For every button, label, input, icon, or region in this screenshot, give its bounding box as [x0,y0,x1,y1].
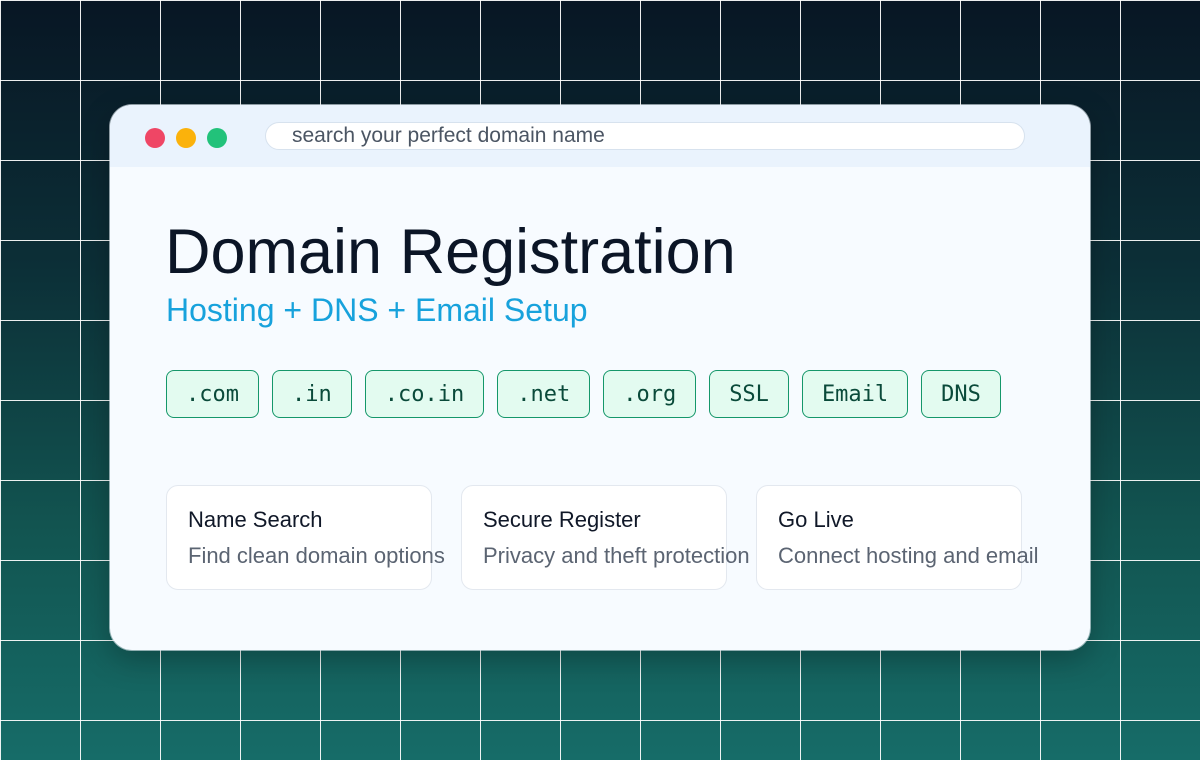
domain-search-input[interactable] [265,122,1025,150]
maximize-window-icon[interactable] [207,128,227,148]
close-window-icon[interactable] [145,128,165,148]
card-description: Connect hosting and email [778,543,1039,568]
feature-card-name-search[interactable]: Name Search Find clean domain options [166,485,445,590]
tag-org[interactable]: .org [603,370,697,418]
card-title: Name Search [188,507,323,532]
card-title: Go Live [778,507,854,532]
minimize-window-icon[interactable] [176,128,196,148]
tag-list: .com .in .co.in .net .org SSL Email DNS [166,370,1001,418]
tag-net[interactable]: .net [497,370,591,418]
card-description: Privacy and theft protection [483,543,750,568]
tag-email[interactable]: Email [801,370,909,418]
feature-card-go-live[interactable]: Go Live Connect hosting and email [756,485,1039,590]
browser-window: Domain Registration Hosting + DNS + Emai… [110,105,1090,650]
window-titlebar [110,105,1090,167]
tag-ssl[interactable]: SSL [709,370,789,418]
tag-in[interactable]: .in [271,370,352,418]
tag-com[interactable]: .com [166,370,259,418]
card-description: Find clean domain options [188,543,445,568]
card-title: Secure Register [483,507,641,532]
page-subtitle: Hosting + DNS + Email Setup [166,292,588,328]
tag-dns[interactable]: DNS [921,370,1001,418]
page-title: Domain Registration [165,217,736,287]
tag-co-in[interactable]: .co.in [364,370,485,418]
feature-card-secure-register[interactable]: Secure Register Privacy and theft protec… [461,485,750,590]
